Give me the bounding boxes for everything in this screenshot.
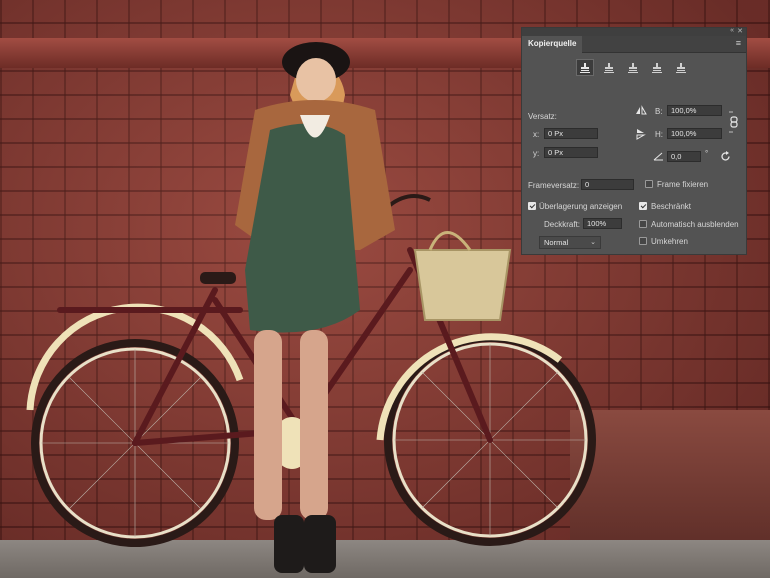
panel-tabbar: Kopierquelle ≡: [522, 36, 746, 53]
flip-vertical-icon[interactable]: [635, 128, 647, 140]
show-overlay-checkbox[interactable]: [528, 202, 536, 210]
tab-kopierquelle[interactable]: Kopierquelle: [522, 36, 583, 53]
clone-source-4-button[interactable]: [648, 59, 666, 76]
panel-titlebar: « ✕: [522, 27, 746, 36]
clipped-label: Beschränkt: [651, 202, 692, 211]
clone-source-5-button[interactable]: [672, 59, 690, 76]
offset-y-field[interactable]: 0 Px: [544, 147, 598, 158]
offset-x-label: x:: [533, 130, 540, 139]
clone-source-panel: « ✕ Kopierquelle ≡ Versatz: x: 0 Px y: 0…: [521, 27, 747, 255]
width-label: B:: [655, 107, 663, 116]
opacity-field[interactable]: 100%: [583, 218, 622, 229]
clone-source-1-button[interactable]: [576, 59, 594, 76]
clone-stamp-icon: [580, 62, 590, 73]
offset-label: Versatz:: [528, 112, 557, 121]
blend-mode-value: Normal: [544, 238, 569, 247]
frame-offset-label: Frameversatz:: [528, 181, 580, 190]
auto-hide-label: Automatisch ausblenden: [651, 220, 739, 229]
invert-checkbox[interactable]: [639, 237, 647, 245]
angle-unit: °: [705, 149, 709, 158]
clone-source-3-button[interactable]: [624, 59, 642, 76]
panel-menu-icon[interactable]: ≡: [736, 38, 741, 48]
invert-label: Umkehren: [651, 237, 688, 246]
auto-hide-checkbox[interactable]: [639, 220, 647, 228]
lock-frame-label: Frame fixieren: [657, 180, 709, 189]
height-label: H:: [655, 130, 663, 139]
clone-stamp-icon: [652, 62, 662, 73]
clone-stamp-icon: [628, 62, 638, 73]
show-overlay-label: Überlagerung anzeigen: [539, 202, 623, 211]
close-icon[interactable]: ✕: [737, 27, 743, 35]
height-scale-field[interactable]: 100,0%: [667, 128, 722, 139]
collapse-icon[interactable]: «: [730, 27, 734, 34]
link-icon[interactable]: [727, 110, 739, 134]
flip-horizontal-icon[interactable]: [635, 105, 647, 116]
reset-transform-icon[interactable]: [720, 151, 731, 162]
clone-stamp-icon: [676, 62, 686, 73]
offset-y-label: y:: [533, 149, 540, 158]
lock-frame-checkbox[interactable]: [645, 180, 653, 188]
clone-stamp-icon: [604, 62, 614, 73]
clipped-checkbox[interactable]: [639, 202, 647, 210]
width-scale-field[interactable]: 100,0%: [667, 105, 722, 116]
frame-offset-field[interactable]: 0: [581, 179, 634, 190]
angle-icon: [653, 152, 663, 161]
clone-source-2-button[interactable]: [600, 59, 618, 76]
offset-x-field[interactable]: 0 Px: [544, 128, 598, 139]
opacity-label: Deckkraft:: [544, 220, 581, 229]
blend-mode-select[interactable]: Normal ⌄: [539, 236, 601, 249]
angle-field[interactable]: 0,0: [667, 151, 701, 162]
chevron-down-icon: ⌄: [590, 239, 596, 246]
woman: [235, 42, 395, 573]
